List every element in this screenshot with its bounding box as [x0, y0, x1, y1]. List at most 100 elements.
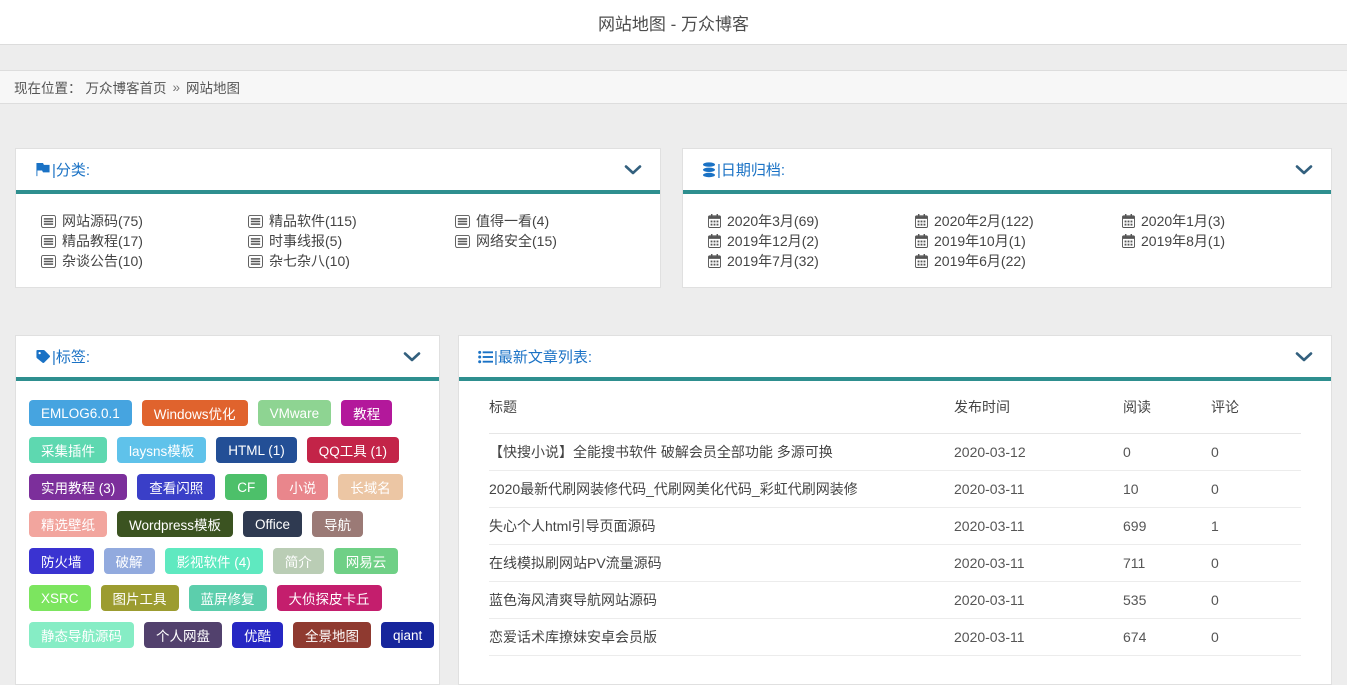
- tag-link[interactable]: 全景地图: [293, 622, 371, 648]
- calendar-icon: [708, 214, 721, 228]
- tag-link[interactable]: VMware: [258, 400, 332, 426]
- tag-link[interactable]: 小说: [277, 474, 328, 500]
- category-link[interactable]: 网络安全(15): [455, 231, 650, 251]
- article-date: 2020-03-11: [954, 629, 1123, 645]
- archive-link[interactable]: 2019年7月(32): [708, 251, 915, 271]
- tag-link[interactable]: 长域名: [338, 474, 403, 500]
- tag-link[interactable]: 图片工具: [101, 585, 179, 611]
- tag-row: 静态导航源码个人网盘优酷全景地图qiant: [29, 622, 427, 648]
- category-link[interactable]: 精品软件(115): [248, 211, 455, 231]
- tag-link[interactable]: 精选壁纸: [29, 511, 107, 537]
- archives-panel-header: |日期归档:: [683, 149, 1331, 194]
- column-header: 评论: [1211, 397, 1301, 417]
- articles-table: 标题发布时间阅读评论【快搜小说】全能搜书软件 破解会员全部功能 多源可换 2020…: [459, 381, 1331, 656]
- tags-panel: |标签: EMLOG6.0.1 Windows优化 VMware 教程采集插件 lays…: [15, 335, 440, 685]
- tag-link[interactable]: HTML (1): [216, 437, 297, 463]
- archive-link[interactable]: 2019年6月(22): [915, 251, 1122, 271]
- tag-link[interactable]: 静态导航源码: [29, 622, 134, 648]
- tag-link[interactable]: 导航: [312, 511, 363, 537]
- article-row: 失心个人html引导页面源码2020-03-116991: [489, 508, 1301, 545]
- tag-link[interactable]: 防火墙: [29, 548, 94, 574]
- list-alt-icon: [248, 255, 263, 268]
- article-title-link[interactable]: 蓝色海风清爽导航网站源码: [489, 592, 657, 608]
- list-alt-icon: [455, 235, 470, 248]
- category-link[interactable]: 值得一看(4): [455, 211, 650, 231]
- flag-icon: [35, 162, 51, 177]
- article-title-link[interactable]: 恋爱话术库撩妹安卓会员版: [489, 629, 657, 645]
- categories-panel: |分类: 网站源码(75)精品软件(115)值得一看(4)精品教程(17)时事线…: [15, 148, 661, 288]
- articles-panel-header: |最新文章列表:: [459, 336, 1331, 381]
- tag-link[interactable]: CF: [225, 474, 267, 500]
- archive-link[interactable]: 2019年10月(1): [915, 231, 1122, 251]
- tag-link[interactable]: 个人网盘: [144, 622, 222, 648]
- archive-link[interactable]: 2020年3月(69): [708, 211, 915, 231]
- archive-link-label: 2019年12月(2): [727, 231, 819, 251]
- archive-link[interactable]: 2019年12月(2): [708, 231, 915, 251]
- category-link[interactable]: 杂七杂八(10): [248, 251, 455, 271]
- article-comments: 0: [1211, 629, 1301, 645]
- tag-link[interactable]: QQ工具 (1): [307, 437, 399, 463]
- tag-row: 精选壁纸 Wordpress模板 Office 导航: [29, 511, 427, 537]
- articles-header-row: 标题发布时间阅读评论: [489, 381, 1301, 434]
- article-title-cell: 2020最新代刷网装修代码_代刷网美化代码_彩虹代刷网装修: [489, 479, 954, 499]
- article-title-link[interactable]: 2020最新代刷网装修代码_代刷网美化代码_彩虹代刷网装修: [489, 481, 858, 497]
- tag-link[interactable]: qiant: [381, 622, 434, 648]
- breadcrumb-current-link[interactable]: 网站地图: [186, 77, 240, 97]
- list-alt-icon: [248, 215, 263, 228]
- archive-link[interactable]: 2020年2月(122): [915, 211, 1122, 231]
- page-title: 网站地图 - 万众博客: [598, 10, 749, 35]
- chevron-down-icon[interactable]: [403, 352, 421, 362]
- breadcrumb-home-link[interactable]: 万众博客首页: [86, 77, 167, 97]
- archive-link[interactable]: 2019年8月(1): [1122, 231, 1321, 251]
- category-link-label: 杂谈公告(10): [62, 251, 143, 271]
- tag-link[interactable]: 大侦探皮卡丘: [277, 585, 382, 611]
- article-title-link[interactable]: 在线模拟刷网站PV流量源码: [489, 555, 662, 571]
- tag-link[interactable]: 实用教程 (3): [29, 474, 127, 500]
- article-title-link[interactable]: 失心个人html引导页面源码: [489, 518, 655, 534]
- tag-icon: [35, 349, 51, 364]
- category-link[interactable]: 精品教程(17): [41, 231, 248, 251]
- tag-link[interactable]: XSRC: [29, 585, 91, 611]
- category-link[interactable]: 网站源码(75): [41, 211, 248, 231]
- article-row: 恋爱话术库撩妹安卓会员版2020-03-116740: [489, 619, 1301, 656]
- tag-link[interactable]: 影视软件 (4): [165, 548, 263, 574]
- tag-link[interactable]: 优酷: [232, 622, 283, 648]
- tag-link[interactable]: Office: [243, 511, 302, 537]
- tag-link[interactable]: laysns模板: [117, 437, 206, 463]
- tags-panel-header: |标签:: [16, 336, 439, 381]
- breadcrumb-prefix: 现在位置：: [14, 77, 82, 97]
- article-date: 2020-03-11: [954, 481, 1123, 497]
- database-icon: [702, 162, 716, 178]
- category-link[interactable]: 时事线报(5): [248, 231, 455, 251]
- tag-link[interactable]: 查看闪照: [137, 474, 215, 500]
- breadcrumb: 现在位置： 万众博客首页 » 网站地图: [0, 70, 1347, 104]
- tag-link[interactable]: EMLOG6.0.1: [29, 400, 132, 426]
- category-link-label: 精品软件(115): [269, 211, 357, 231]
- tag-link[interactable]: 简介: [273, 548, 324, 574]
- chevron-down-icon[interactable]: [624, 165, 642, 175]
- chevron-down-icon[interactable]: [1295, 165, 1313, 175]
- tag-link[interactable]: 采集插件: [29, 437, 107, 463]
- chevron-down-icon[interactable]: [1295, 352, 1313, 362]
- tag-link[interactable]: 网易云: [334, 548, 399, 574]
- list-alt-icon: [41, 215, 56, 228]
- archive-link[interactable]: 2020年1月(3): [1122, 211, 1321, 231]
- article-title-cell: 在线模拟刷网站PV流量源码: [489, 553, 954, 573]
- category-link[interactable]: 杂谈公告(10): [41, 251, 248, 271]
- tag-link[interactable]: Windows优化: [142, 400, 248, 426]
- archives-panel-title: |日期归档:: [717, 159, 785, 180]
- categories-list: 网站源码(75) 精品软件(115) 值得一看(4) 精品教程(17)时事线报(5)网…: [16, 194, 660, 287]
- tag-row: 防火墙破解影视软件 (4) 简介网易云: [29, 548, 427, 574]
- archive-link-label: 2020年3月(69): [727, 211, 819, 231]
- list-alt-icon: [248, 235, 263, 248]
- article-title-link[interactable]: 【快搜小说】全能搜书软件 破解会员全部功能 多源可换: [489, 444, 833, 460]
- tag-link[interactable]: Wordpress模板: [117, 511, 233, 537]
- articles-panel-title: |最新文章列表:: [494, 346, 592, 367]
- breadcrumb-separator: »: [173, 80, 181, 95]
- article-date: 2020-03-11: [954, 555, 1123, 571]
- calendar-icon: [915, 254, 928, 268]
- tag-link[interactable]: 破解: [104, 548, 155, 574]
- article-row: 2020最新代刷网装修代码_代刷网美化代码_彩虹代刷网装修2020-03-111…: [489, 471, 1301, 508]
- tag-link[interactable]: 教程: [341, 400, 392, 426]
- tag-link[interactable]: 蓝屏修复: [189, 585, 267, 611]
